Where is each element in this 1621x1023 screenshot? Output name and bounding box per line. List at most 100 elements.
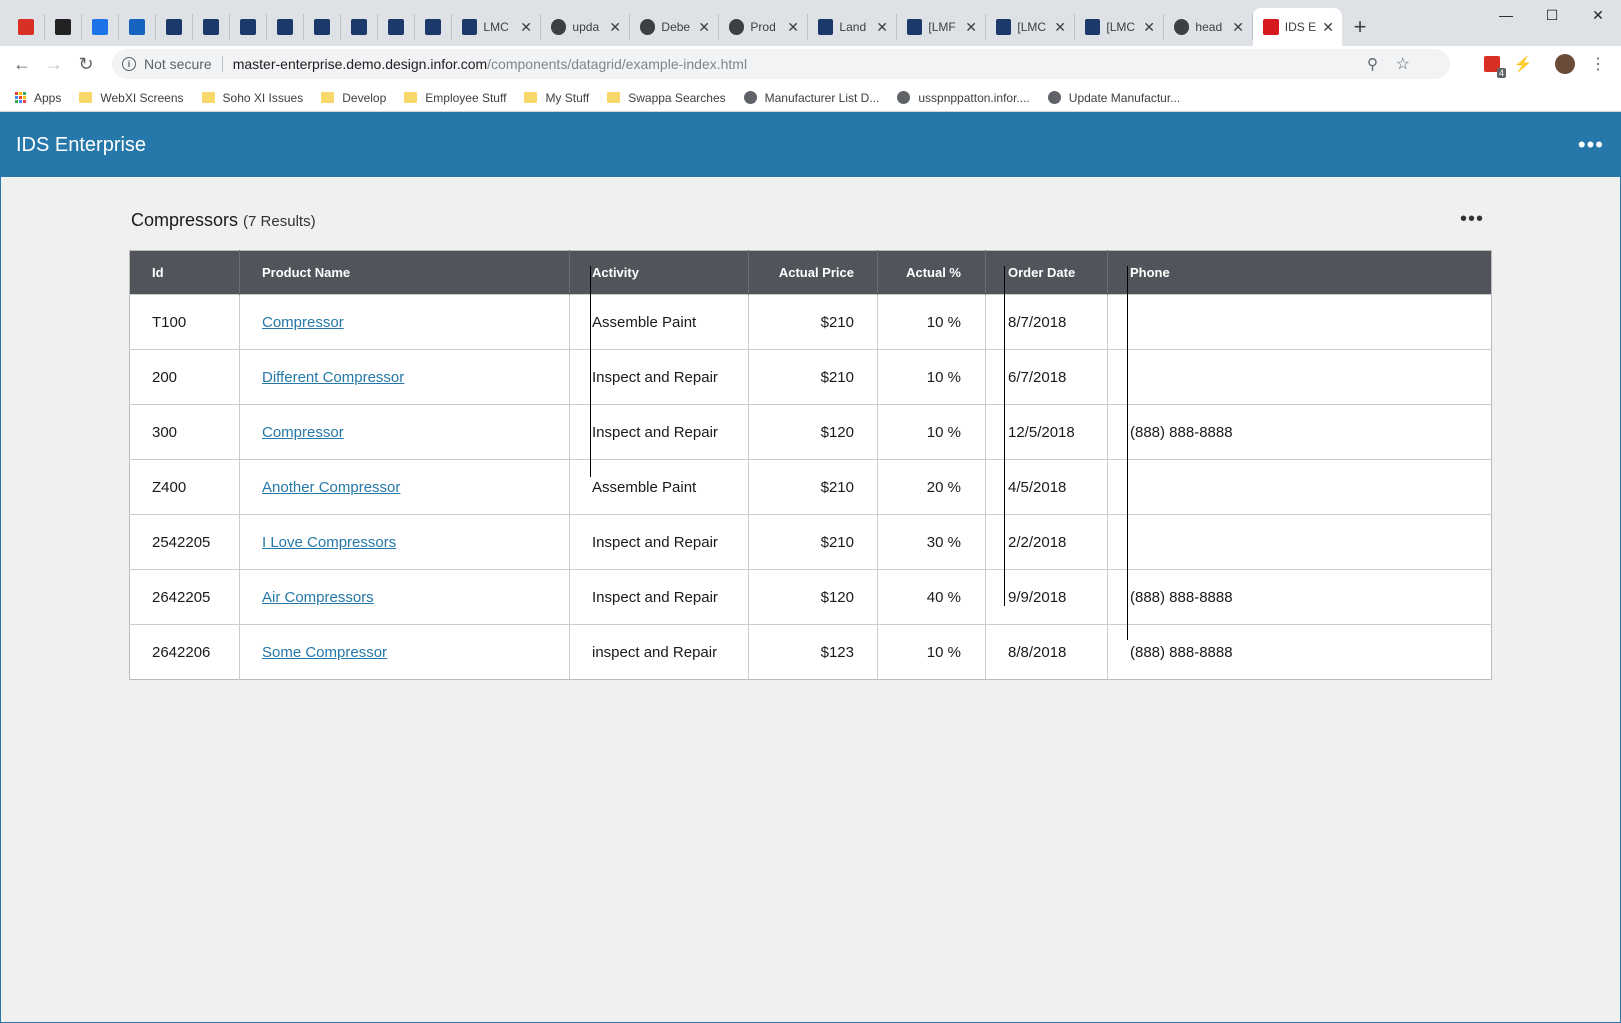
bookmark-item[interactable]: Update Manufactur... [1047,91,1180,105]
bookmark-item[interactable]: My Stuff [524,91,589,105]
browser-tab[interactable]: Land ✕ [808,14,897,40]
zoom-icon[interactable]: ⚲ [1367,55,1378,73]
browser-tab[interactable] [156,14,193,40]
forward-arrow-icon[interactable]: → [40,50,68,78]
cell-activity[interactable]: Inspect and Repair [569,569,749,625]
reload-icon[interactable]: ↻ [72,50,100,78]
avatar[interactable] [1553,52,1577,76]
cell-activity[interactable]: Assemble Paint [569,294,749,350]
product-link[interactable]: Compressor [262,424,344,441]
cell-actual-percent[interactable]: 10 % [877,294,986,350]
cell-product-name[interactable]: Compressor [239,404,570,460]
close-tab-icon[interactable]: ✕ [1143,19,1155,36]
cell-actual-price[interactable]: $210 [748,459,878,515]
cell-actual-price[interactable]: $210 [748,514,878,570]
cell-actual-price[interactable]: $123 [748,624,878,680]
close-tab-icon[interactable]: ✕ [1322,19,1334,36]
column-header-activity[interactable]: Activity [569,250,749,295]
minimize-icon[interactable]: — [1483,0,1529,30]
cell-id[interactable]: 2542205 [129,514,240,570]
product-link[interactable]: I Love Compressors [262,534,396,551]
bookmark-item[interactable]: WebXI Screens [79,91,184,105]
browser-tab[interactable]: Prod ✕ [719,14,808,40]
back-arrow-icon[interactable]: ← [8,50,36,78]
header-more-icon[interactable]: ••• [1578,132,1604,158]
table-row[interactable]: 2642205 Air Compressors Inspect and Repair… [129,569,1492,625]
browser-tab[interactable] [267,14,304,40]
column-header-actual-percent[interactable]: Actual % [877,250,986,295]
close-tab-icon[interactable]: ✕ [787,19,799,36]
table-row[interactable]: Z400 Another Compressor Assemble Paint $210… [129,459,1492,515]
table-row[interactable]: T100 Compressor Assemble Paint $210 10 % 8/7/… [129,294,1492,350]
bookmark-item[interactable]: Apps [15,91,61,105]
info-icon[interactable]: i [122,57,136,71]
bookmark-item[interactable]: Manufacturer List D... [743,91,879,105]
browser-tab[interactable] [8,14,45,40]
bookmark-item[interactable]: usspnppatton.infor.... [897,91,1030,105]
column-header-id[interactable]: Id [129,250,240,295]
browser-tab[interactable] [341,14,378,40]
product-link[interactable]: Different Compressor [262,369,404,386]
browser-tab[interactable]: [LMC ✕ [1075,14,1164,40]
browser-tab-active[interactable]: IDS E ✕ [1253,8,1342,46]
column-header-actual-price[interactable]: Actual Price [748,250,878,295]
cell-phone[interactable] [1107,294,1492,350]
cell-activity[interactable]: Inspect and Repair [569,514,749,570]
close-tab-icon[interactable]: ✕ [965,19,977,36]
cell-product-name[interactable]: I Love Compressors [239,514,570,570]
grid-more-icon[interactable]: ••• [1460,208,1484,231]
bookmark-star-icon[interactable]: ☆ [1396,54,1410,74]
cell-phone[interactable]: (888) 888-8888 [1107,404,1492,460]
cell-activity[interactable]: inspect and Repair [569,624,749,680]
cell-actual-percent[interactable]: 10 % [877,349,986,405]
browser-tab[interactable]: [LMF ✕ [897,14,986,40]
bookmark-item[interactable]: Develop [321,91,386,105]
cell-id[interactable]: Z400 [129,459,240,515]
browser-tab[interactable] [378,14,415,40]
cell-phone[interactable] [1107,349,1492,405]
cell-order-date[interactable]: 8/8/2018 [985,624,1108,680]
table-row[interactable]: 2542205 I Love Compressors Inspect and Rep… [129,514,1492,570]
cell-id[interactable]: 200 [129,349,240,405]
table-row[interactable]: 300 Compressor Inspect and Repair $120 10 % 1… [129,404,1492,460]
browser-tab[interactable] [82,14,119,40]
cell-phone[interactable]: (888) 888-8888 [1107,569,1492,625]
cell-product-name[interactable]: Air Compressors [239,569,570,625]
column-header-product-name[interactable]: Product Name [239,250,570,295]
browser-tab[interactable]: [LMC ✕ [986,14,1075,40]
browser-tab[interactable] [304,14,341,40]
cell-phone[interactable] [1107,459,1492,515]
table-row[interactable]: 2642206 Some Compressor inspect and Repair… [129,624,1492,680]
product-link[interactable]: Compressor [262,314,344,331]
browser-tab[interactable] [230,14,267,40]
cell-product-name[interactable]: Another Compressor [239,459,570,515]
cell-activity[interactable]: Assemble Paint [569,459,749,515]
cell-actual-price[interactable]: $120 [748,404,878,460]
browser-tab[interactable]: LMC ✕ [452,14,541,40]
close-tab-icon[interactable]: ✕ [698,19,710,36]
new-tab-button[interactable]: + [1342,8,1378,46]
browser-tab[interactable]: head ✕ [1164,14,1253,40]
cell-activity[interactable]: Inspect and Repair [569,404,749,460]
bookmark-item[interactable]: Swappa Searches [607,91,726,105]
browser-tab[interactable]: upda ✕ [541,14,630,40]
cell-actual-percent[interactable]: 40 % [877,569,986,625]
cell-phone[interactable] [1107,514,1492,570]
browser-tab[interactable] [415,14,452,40]
bookmark-item[interactable]: Employee Stuff [404,91,506,105]
cell-actual-percent[interactable]: 20 % [877,459,986,515]
calendar-extension-icon[interactable]: 4 [1480,52,1506,78]
cell-product-name[interactable]: Different Compressor [239,349,570,405]
lightning-extension-icon[interactable]: ⚡ [1511,52,1535,76]
close-tab-icon[interactable]: ✕ [1054,19,1066,36]
cell-actual-percent[interactable]: 30 % [877,514,986,570]
browser-tab[interactable] [45,14,82,40]
cell-product-name[interactable]: Some Compressor [239,624,570,680]
close-tab-icon[interactable]: ✕ [876,19,888,36]
cell-product-name[interactable]: Compressor [239,294,570,350]
cell-actual-price[interactable]: $120 [748,569,878,625]
product-link[interactable]: Air Compressors [262,589,374,606]
browser-tab[interactable] [119,14,156,40]
table-row[interactable]: 200 Different Compressor Inspect and Repai… [129,349,1492,405]
address-bar[interactable]: i Not secure master-enterprise.demo.desi… [112,49,1450,79]
